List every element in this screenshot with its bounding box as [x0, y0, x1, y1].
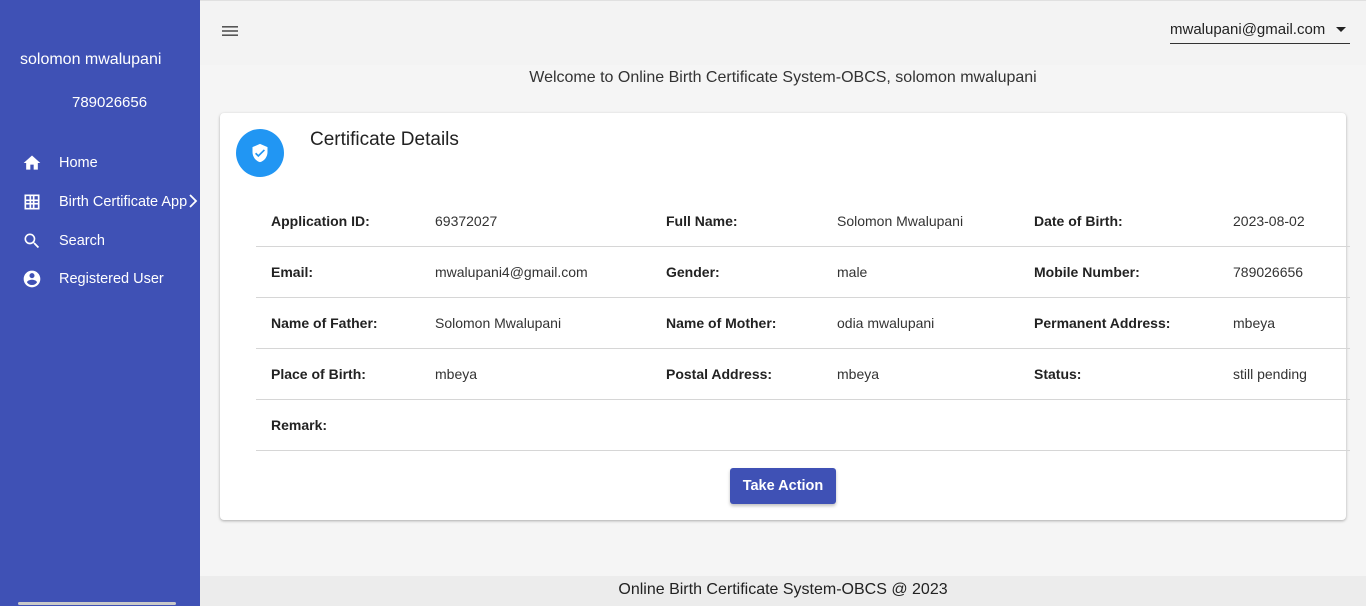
- label-status: Status:: [1034, 366, 1082, 382]
- value-status: still pending: [1233, 366, 1307, 382]
- sidebar-user-phone: 789026656: [72, 94, 148, 111]
- value-gender: male: [837, 264, 868, 280]
- label-name-of-father: Name of Father:: [271, 315, 378, 331]
- grid-icon: [22, 192, 42, 212]
- search-icon: [22, 231, 42, 251]
- details-row: Name of Father: Solomon Mwalupani Name o…: [256, 298, 1350, 349]
- label-full-name: Full Name:: [666, 213, 738, 229]
- label-date-of-birth: Date of Birth:: [1034, 213, 1123, 229]
- account-dropdown[interactable]: mwalupani@gmail.com: [1170, 18, 1350, 44]
- sidebar-item-label: Home: [59, 155, 98, 172]
- details-row: Application ID: 69372027 Full Name: Solo…: [256, 196, 1350, 247]
- card-title: Certificate Details: [310, 129, 459, 150]
- value-name-of-mother: odia mwalupani: [837, 315, 935, 331]
- label-name-of-mother: Name of Mother:: [666, 315, 777, 331]
- label-place-of-birth: Place of Birth:: [271, 366, 366, 382]
- sidebar-item-search[interactable]: Search: [0, 221, 200, 260]
- caret-down-icon: [1336, 27, 1346, 32]
- value-name-of-father: Solomon Mwalupani: [435, 315, 562, 331]
- label-permanent-address: Permanent Address:: [1034, 315, 1171, 331]
- value-place-of-birth: mbeya: [435, 366, 478, 382]
- sidebar-item-birth-certificate-app[interactable]: Birth Certificate App: [0, 183, 200, 222]
- label-postal-address: Postal Address:: [666, 366, 773, 382]
- value-application-id: 69372027: [435, 213, 498, 229]
- chevron-right-icon: [188, 194, 198, 208]
- take-action-button[interactable]: Take Action: [730, 468, 836, 504]
- account-circle-icon: [22, 269, 42, 289]
- footer-text: Online Birth Certificate System-OBCS @ 2…: [200, 576, 1366, 606]
- account-email: mwalupani@gmail.com: [1170, 21, 1326, 38]
- label-mobile-number: Mobile Number:: [1034, 264, 1140, 280]
- value-postal-address: mbeya: [837, 366, 880, 382]
- label-remark: Remark:: [271, 417, 328, 433]
- sidebar: solomon mwalupani 789026656 Home Birth C…: [0, 0, 200, 606]
- menu-icon[interactable]: [222, 23, 240, 39]
- value-date-of-birth: 2023-08-02: [1233, 213, 1305, 229]
- sidebar-item-label: Search: [59, 232, 105, 249]
- sidebar-item-registered-user[interactable]: Registered User: [0, 260, 200, 299]
- value-permanent-address: mbeya: [1233, 315, 1276, 331]
- label-gender: Gender:: [666, 264, 720, 280]
- home-icon: [22, 153, 42, 173]
- sidebar-scrollbar[interactable]: [18, 602, 176, 605]
- details-row: Place of Birth: mbeya Postal Address: mb…: [256, 349, 1350, 400]
- label-email: Email:: [271, 264, 314, 280]
- top-bar: mwalupani@gmail.com: [200, 0, 1366, 65]
- sidebar-item-label: Birth Certificate App: [59, 194, 188, 211]
- sidebar-item-home[interactable]: Home: [0, 144, 200, 183]
- verified-shield-icon: [236, 129, 284, 177]
- value-mobile-number: 789026656: [1233, 264, 1304, 280]
- details-row: Email: mwalupani4@gmail.com Gender: male…: [256, 247, 1350, 298]
- label-application-id: Application ID:: [271, 213, 370, 229]
- details-row: Remark:: [256, 400, 1350, 451]
- value-email: mwalupani4@gmail.com: [435, 264, 588, 280]
- welcome-message: Welcome to Online Birth Certificate Syst…: [529, 69, 1037, 86]
- sidebar-nav: Home Birth Certificate App Search Regist…: [0, 144, 200, 299]
- sidebar-item-label: Registered User: [59, 271, 164, 288]
- sidebar-user-name: solomon mwalupani: [20, 51, 162, 68]
- details-table: Application ID: 69372027 Full Name: Solo…: [256, 196, 1350, 451]
- certificate-details-card: Certificate Details Application ID: 6937…: [220, 113, 1350, 520]
- value-full-name: Solomon Mwalupani: [837, 213, 964, 229]
